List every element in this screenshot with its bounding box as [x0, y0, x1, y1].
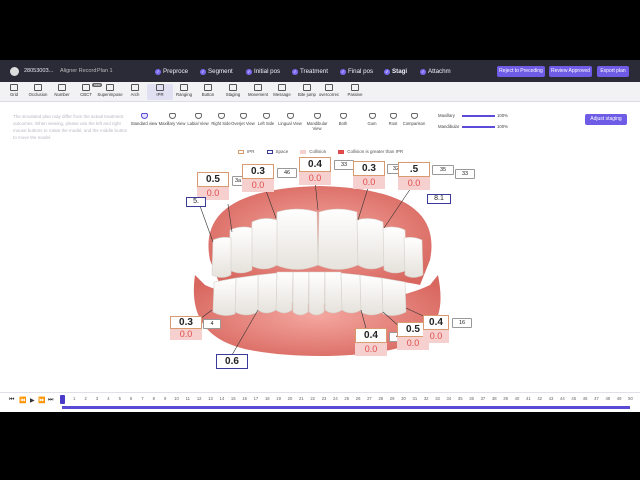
- space-label[interactable]: 8.1: [427, 194, 451, 204]
- next-step-icon[interactable]: ⏩: [38, 397, 45, 404]
- timeline-cursor[interactable]: [60, 395, 65, 404]
- collision-value: 0.0: [353, 176, 385, 189]
- collision-value: 0.0: [398, 177, 430, 190]
- timeline-tick[interactable]: 4: [103, 396, 113, 401]
- play-icon[interactable]: ▶: [30, 397, 35, 404]
- timeline-tick[interactable]: 5: [115, 396, 125, 401]
- timeline-tick[interactable]: 10: [172, 396, 182, 401]
- collision-value: 0.0: [355, 343, 387, 356]
- timeline-tick[interactable]: 23: [319, 396, 329, 401]
- space-label-lower[interactable]: 0.6: [216, 354, 248, 369]
- ipr-label-upper-5[interactable]: .5 0.0: [398, 162, 430, 190]
- ipr-label-upper-2[interactable]: 0.3 0.0: [242, 164, 274, 192]
- collision-value: 0.0: [170, 329, 202, 340]
- ipr-value: .5: [398, 162, 430, 177]
- tooth-tag: 4: [203, 319, 221, 329]
- timeline-tick[interactable]: 21: [296, 396, 306, 401]
- timeline-tick[interactable]: 36: [467, 396, 477, 401]
- collision-value: 0.0: [299, 172, 331, 185]
- timeline-tick[interactable]: 35: [455, 396, 465, 401]
- tooth-tag: 33: [455, 169, 475, 179]
- timeline-tick[interactable]: 44: [557, 396, 567, 401]
- last-step-icon[interactable]: ⏭: [48, 397, 53, 404]
- ipr-label-lower-1[interactable]: 0.3 0.0: [170, 316, 202, 340]
- timeline-tick[interactable]: 32: [421, 396, 431, 401]
- ipr-label-upper-3[interactable]: 0.4 0.0: [299, 157, 331, 185]
- timeline-tick[interactable]: 14: [217, 396, 227, 401]
- timeline-tick[interactable]: 42: [535, 396, 545, 401]
- app-window: 2805300З... Aligner Record Plan 1 ✓ Prepr…: [0, 60, 640, 412]
- ipr-value: 0.3: [242, 164, 274, 179]
- ipr-value: 0.3: [353, 161, 385, 176]
- timeline-tick[interactable]: 25: [342, 396, 352, 401]
- timeline-tick[interactable]: 40: [512, 396, 522, 401]
- timeline-tick[interactable]: 19: [274, 396, 284, 401]
- timeline-tick[interactable]: 47: [591, 396, 601, 401]
- timeline-tick[interactable]: 1: [69, 396, 79, 401]
- ipr-value: 0.4: [355, 328, 387, 343]
- timeline-tick[interactable]: 39: [501, 396, 511, 401]
- tooth-tag: 16: [452, 318, 472, 328]
- timeline-tick[interactable]: 2: [81, 396, 91, 401]
- space-label[interactable]: 5.: [186, 197, 206, 207]
- timeline-tick[interactable]: 3: [92, 396, 102, 401]
- timeline-tick[interactable]: 20: [285, 396, 295, 401]
- ipr-value: 0.4: [299, 157, 331, 172]
- previous-step-icon[interactable]: ⏪: [19, 397, 26, 404]
- timeline-tick[interactable]: 34: [444, 396, 454, 401]
- timeline: [0, 392, 640, 412]
- timeline-tick[interactable]: 6: [126, 396, 136, 401]
- tooth-tag: 33: [334, 160, 354, 170]
- timeline-tick[interactable]: 43: [546, 396, 556, 401]
- timeline-tick[interactable]: 45: [569, 396, 579, 401]
- collision-value: 0.0: [423, 330, 449, 343]
- ipr-value: 0.3: [170, 316, 202, 329]
- timeline-tick[interactable]: 12: [194, 396, 204, 401]
- collision-value: 0.0: [242, 179, 274, 192]
- timeline-tick[interactable]: 17: [251, 396, 261, 401]
- timeline-tick[interactable]: 9: [160, 396, 170, 401]
- ipr-value: 0.4: [423, 315, 449, 330]
- timeline-tick[interactable]: 33: [433, 396, 443, 401]
- timeline-tick[interactable]: 30: [399, 396, 409, 401]
- timeline-tick[interactable]: 15: [228, 396, 238, 401]
- timeline-tick[interactable]: 7: [137, 396, 147, 401]
- timeline-tick[interactable]: 29: [387, 396, 397, 401]
- timeline-tick[interactable]: 38: [489, 396, 499, 401]
- timeline-tick[interactable]: 37: [478, 396, 488, 401]
- tooth-tag: 35: [432, 165, 454, 175]
- first-step-icon[interactable]: ⏮: [9, 397, 14, 404]
- timeline-tick[interactable]: 11: [183, 396, 193, 401]
- ipr-label-upper-4[interactable]: 0.3 0.0: [353, 161, 385, 189]
- timeline-tick[interactable]: 46: [580, 396, 590, 401]
- timeline-track[interactable]: [62, 406, 630, 409]
- timeline-tick[interactable]: 22: [308, 396, 318, 401]
- ipr-label-lower-2[interactable]: 0.4 0.0: [355, 328, 387, 356]
- timeline-tick[interactable]: 50: [626, 396, 636, 401]
- dental-model[interactable]: [0, 60, 640, 412]
- timeline-tick[interactable]: 49: [614, 396, 624, 401]
- timeline-tick[interactable]: 24: [330, 396, 340, 401]
- timeline-tick[interactable]: 28: [376, 396, 386, 401]
- timeline-tick[interactable]: 41: [523, 396, 533, 401]
- timeline-tick[interactable]: 8: [149, 396, 159, 401]
- ipr-value: 0.5: [197, 172, 229, 187]
- ipr-label-upper-1[interactable]: 0.5 0.0: [197, 172, 229, 200]
- timeline-tick[interactable]: 48: [603, 396, 613, 401]
- timeline-tick[interactable]: 18: [262, 396, 272, 401]
- tooth-tag: 46: [277, 168, 297, 178]
- ipr-label-lower-4[interactable]: 0.4 0.0: [423, 315, 449, 343]
- timeline-tick[interactable]: 13: [206, 396, 216, 401]
- lower-teeth: [212, 271, 407, 316]
- timeline-tick[interactable]: 26: [353, 396, 363, 401]
- timeline-tick[interactable]: 31: [410, 396, 420, 401]
- timeline-tick[interactable]: 27: [364, 396, 374, 401]
- timeline-tick[interactable]: 16: [240, 396, 250, 401]
